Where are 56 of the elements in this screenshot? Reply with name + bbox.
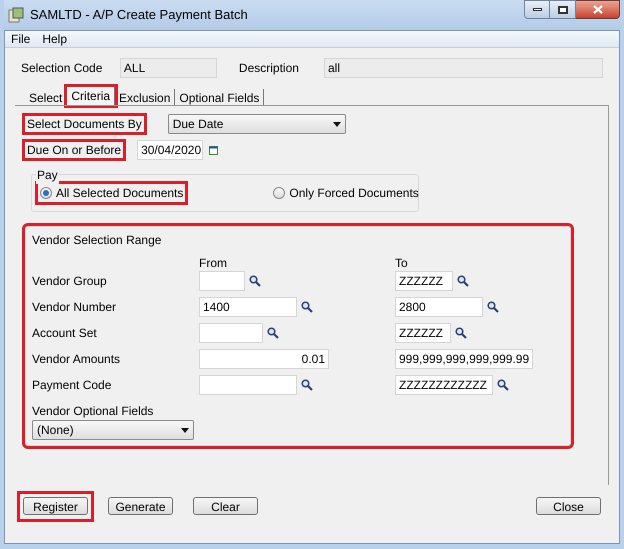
selection-code-field: ALL: [120, 58, 217, 78]
calendar-icon[interactable]: [209, 146, 218, 154]
group-title: Vendor Selection Range: [32, 233, 162, 247]
close-icon: [592, 5, 602, 14]
search-icon[interactable]: [455, 327, 467, 339]
text-field[interactable]: ZZZZZZ: [395, 271, 453, 291]
menu-item[interactable]: Help: [42, 30, 68, 48]
description-field: all: [324, 58, 603, 78]
search-icon[interactable]: [267, 327, 279, 339]
search-icon[interactable]: [301, 301, 313, 313]
text-field[interactable]: [199, 323, 263, 343]
search-icon[interactable]: [301, 379, 313, 391]
app-icon: [8, 7, 24, 23]
tab[interactable]: Exclusion: [115, 89, 176, 105]
text-field[interactable]: 999,999,999,999,999.99: [395, 349, 533, 369]
menu-item[interactable]: File: [11, 30, 30, 48]
maximize-button[interactable]: [550, 0, 576, 19]
text-field[interactable]: 2800: [395, 297, 483, 317]
text-field[interactable]: 1400: [199, 297, 297, 317]
action-button[interactable]: Clear: [193, 497, 258, 515]
radio-option[interactable]: Only Forced Documents: [271, 184, 421, 202]
dropdown-arrow-icon: [332, 122, 341, 126]
window-title: SAMLTD - A/P Create Payment Batch: [30, 6, 248, 24]
search-icon[interactable]: [487, 301, 499, 313]
text-field[interactable]: 0.01: [199, 349, 329, 369]
minimize-button[interactable]: [524, 0, 550, 19]
field-label: Selection Code: [21, 60, 104, 77]
vendor-optional-fields-dropdown[interactable]: (None): [32, 420, 194, 440]
field-label: Account Set: [32, 325, 98, 342]
close-button[interactable]: [576, 0, 620, 19]
select-documents-by-dropdown[interactable]: Due Date: [168, 114, 346, 134]
field-label: Description: [238, 60, 300, 77]
field-label: Vendor Number: [32, 299, 118, 316]
search-icon[interactable]: [497, 379, 509, 391]
action-button[interactable]: Generate: [108, 497, 173, 515]
field-label: Vendor Group: [32, 273, 108, 290]
text-field[interactable]: ZZZZZZ: [395, 323, 451, 343]
text-field[interactable]: [199, 271, 245, 291]
search-icon[interactable]: [457, 275, 469, 287]
text-field[interactable]: 30/04/2020: [137, 140, 204, 160]
tab[interactable]: Criteria: [67, 87, 116, 105]
action-button[interactable]: Register: [23, 497, 88, 515]
field-label: Select Documents By: [25, 116, 144, 132]
text-field[interactable]: ZZZZZZZZZZZZ: [395, 375, 493, 395]
field-label: Payment Code: [32, 377, 112, 394]
field-label: Vendor Amounts: [32, 351, 122, 368]
dropdown-arrow-icon: [181, 428, 189, 432]
column-header: To: [395, 255, 408, 268]
text-field[interactable]: [199, 375, 297, 395]
action-button[interactable]: Close: [536, 497, 601, 515]
tab[interactable]: Optional Fields: [175, 89, 264, 105]
field-label: Vendor Optional Fields: [32, 403, 154, 420]
search-icon[interactable]: [249, 275, 261, 287]
column-header: From: [199, 255, 228, 268]
field-label: Due On or Before: [25, 142, 124, 158]
radio-option[interactable]: All Selected Documents: [38, 184, 186, 202]
